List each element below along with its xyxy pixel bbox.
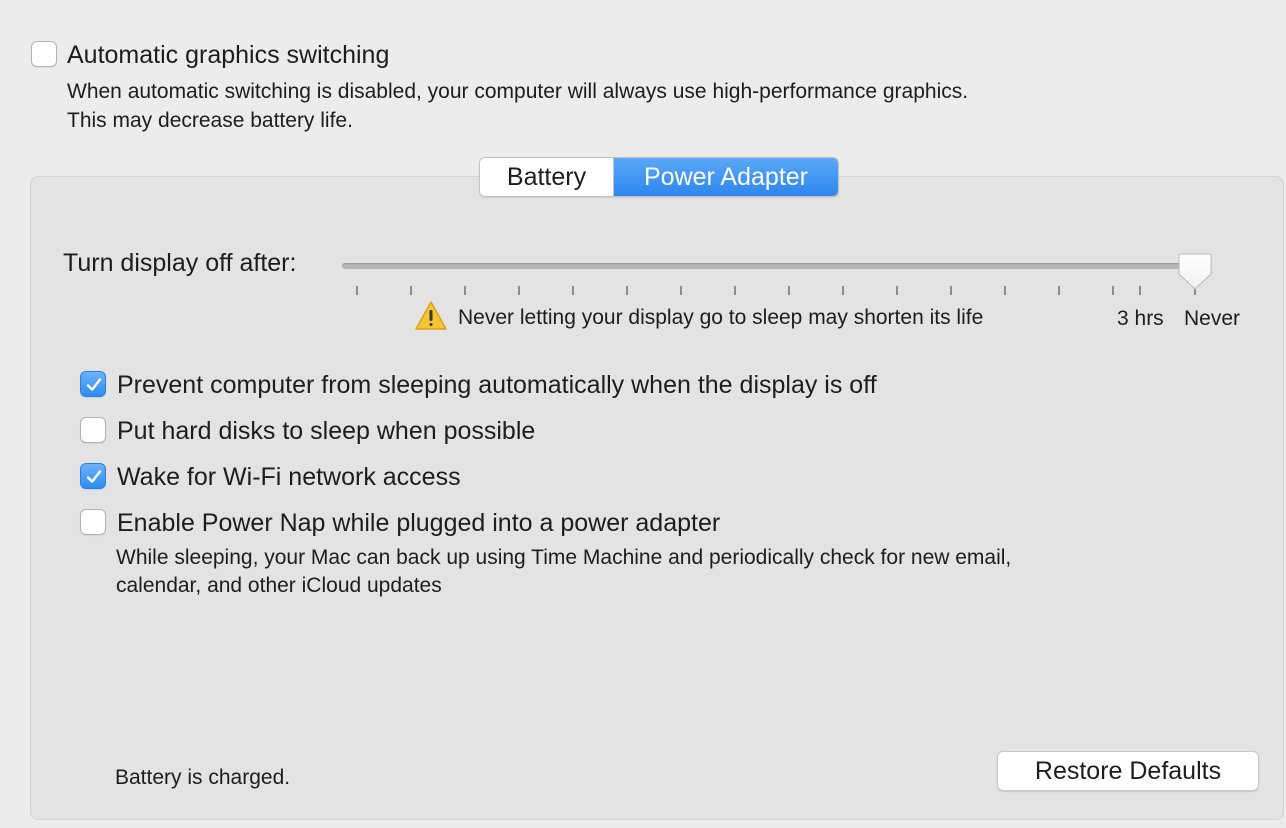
power-nap-checkbox[interactable] <box>80 509 106 535</box>
wake-wifi-checkbox[interactable] <box>80 463 106 489</box>
turn-display-off-label: Turn display off after: <box>63 249 297 277</box>
graphics-description-line2: This may decrease battery life. <box>67 109 353 132</box>
hard-disks-sleep-label: Put hard disks to sleep when possible <box>117 417 536 445</box>
tick-label-3hrs: 3 hrs <box>1117 307 1164 330</box>
slider-tick <box>464 286 466 295</box>
prevent-sleep-checkbox[interactable] <box>80 371 106 397</box>
slider-tick <box>1139 286 1141 295</box>
prevent-sleep-label: Prevent computer from sleeping automatic… <box>117 371 877 399</box>
slider-tick <box>734 286 736 295</box>
display-sleep-slider[interactable] <box>342 263 1192 269</box>
display-sleep-warning: Never letting your display go to sleep m… <box>458 306 984 329</box>
tick-label-never: Never <box>1184 307 1241 330</box>
warning-triangle-icon <box>415 301 447 330</box>
tab-power-adapter[interactable]: Power Adapter <box>614 158 838 196</box>
slider-tick <box>410 286 412 295</box>
graphics-description-line1: When automatic switching is disabled, yo… <box>67 80 969 103</box>
power-nap-description-line1: While sleeping, your Mac can back up usi… <box>116 546 1012 569</box>
battery-status-text: Battery is charged. <box>115 766 291 789</box>
slider-tick <box>896 286 898 295</box>
slider-tick <box>788 286 790 295</box>
power-source-tabs: Battery Power Adapter <box>479 157 839 197</box>
slider-tick <box>626 286 628 295</box>
checkmark-icon <box>86 470 102 483</box>
slider-tick <box>950 286 952 295</box>
slider-tick <box>680 286 682 295</box>
power-nap-description-line2: calendar, and other iCloud updates <box>116 574 442 597</box>
slider-tick <box>572 286 574 295</box>
slider-tick <box>842 286 844 295</box>
wake-wifi-label: Wake for Wi-Fi network access <box>117 463 461 491</box>
restore-defaults-button[interactable]: Restore Defaults <box>997 751 1259 791</box>
slider-tick <box>1058 286 1060 295</box>
slider-tick <box>1004 286 1006 295</box>
automatic-graphics-switching-checkbox[interactable] <box>31 41 57 67</box>
checkmark-icon <box>86 378 102 391</box>
power-nap-label: Enable Power Nap while plugged into a po… <box>117 509 721 537</box>
slider-tick <box>356 286 358 295</box>
hard-disks-sleep-checkbox[interactable] <box>80 417 106 443</box>
slider-knob[interactable] <box>1177 252 1213 292</box>
automatic-graphics-switching-label: Automatic graphics switching <box>67 41 390 69</box>
slider-tick <box>1112 286 1114 295</box>
tab-battery[interactable]: Battery <box>480 158 614 196</box>
slider-tick <box>518 286 520 295</box>
